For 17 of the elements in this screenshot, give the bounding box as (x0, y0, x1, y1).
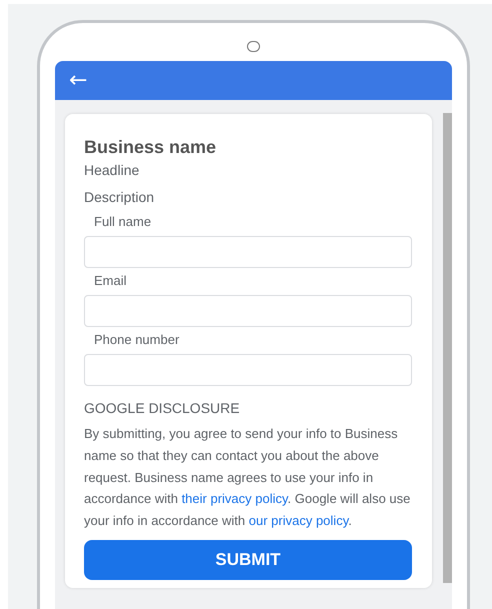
privacy-policy-link[interactable]: our privacy policy (248, 513, 348, 528)
field-label: Email (94, 273, 128, 289)
back-icon[interactable]: ← (69, 70, 88, 92)
privacy-policy-link[interactable]: their privacy policy (182, 491, 288, 506)
business-name: Business name (84, 136, 218, 158)
input-field[interactable] (84, 236, 412, 268)
submit-button[interactable]: SUBMIT (84, 540, 412, 580)
scrollbar[interactable] (443, 113, 452, 583)
description: Description (84, 188, 156, 206)
input-field[interactable] (84, 295, 412, 327)
field-label: Phone number (94, 332, 180, 348)
disclosure-text: By submitting, you agree to send your info to Business name so that they can contact you about the above request. Business name agrees to use your info in accordance with their privacy policy. Google will also use your info in accordance with our privacy policy. (84, 425, 412, 530)
field-label: Full name (94, 214, 152, 230)
input-field[interactable] (84, 354, 412, 386)
camera-icon (247, 41, 260, 52)
headline: Headline (84, 161, 140, 179)
disclosure-title: GOOGLE DISCLOSURE (84, 399, 241, 417)
